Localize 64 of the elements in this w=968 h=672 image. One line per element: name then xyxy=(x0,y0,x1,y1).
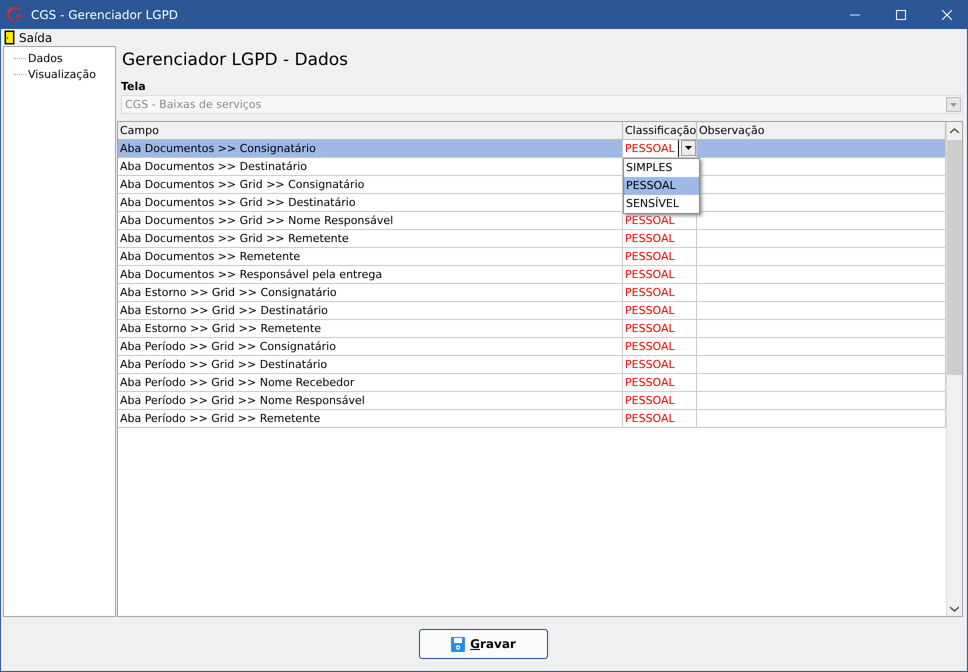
table-row[interactable]: Aba Período >> Grid >> Destinatário PESSOAL xyxy=(118,356,946,374)
table-cell: PESSOAL xyxy=(625,322,675,335)
window-title: CGS - Gerenciador LGPD xyxy=(31,8,178,22)
table-row[interactable]: Aba Período >> Grid >> Remetente PESSOAL xyxy=(118,410,946,428)
maximize-icon[interactable] xyxy=(896,10,906,20)
table-cell: PESSOAL xyxy=(625,250,675,263)
vertical-scrollbar[interactable] xyxy=(946,122,962,616)
page-heading: Gerenciador LGPD - Dados xyxy=(122,49,350,72)
save-button[interactable]: Gravar xyxy=(419,629,548,659)
table-cell: Aba Período >> Grid >> Nome Recebedor xyxy=(118,374,623,392)
table-cell: Aba Documentos >> Grid >> Consignatário xyxy=(118,176,623,194)
table-cell: Aba Estorno >> Grid >> Consignatário xyxy=(118,284,623,302)
table-cell: Aba Documentos >> Consignatário xyxy=(118,140,623,158)
scroll-thumb[interactable] xyxy=(947,140,962,375)
table-cell: Aba Estorno >> Grid >> Destinatário xyxy=(118,302,623,320)
table-cell: Aba Período >> Grid >> Nome Responsável xyxy=(118,392,623,410)
table-row[interactable]: Aba Documentos >> Consignatário PESSOAL xyxy=(118,140,946,158)
column-header[interactable]: Classificação xyxy=(623,122,697,140)
table-cell: Aba Período >> Grid >> Consignatário xyxy=(118,338,623,356)
table-cell: PESSOAL xyxy=(625,412,675,425)
table-cell: PESSOAL xyxy=(625,358,675,371)
table-row[interactable]: Aba Período >> Grid >> Nome Responsável PESSOAL xyxy=(118,392,946,410)
field-label: Tela xyxy=(121,80,147,93)
table-cell: PESSOAL xyxy=(625,268,675,281)
table-cell: PESSOAL xyxy=(625,304,675,317)
table-row[interactable]: Aba Período >> Grid >> Nome Recebedor PESSOAL xyxy=(118,374,946,392)
table-cell: Aba Período >> Grid >> Remetente xyxy=(118,410,623,428)
dropdown-option[interactable]: SENSÍVEL xyxy=(624,195,699,213)
column-header[interactable]: Observação xyxy=(697,122,946,140)
table-cell: PESSOAL xyxy=(625,340,675,353)
tree-item[interactable]: Visualização xyxy=(28,68,96,80)
table-cell: Aba Documentos >> Responsável pela entrega xyxy=(118,266,623,284)
table-cell: PESSOAL xyxy=(625,286,675,299)
dropdown-arrow-icon xyxy=(950,102,957,106)
table-cell: PESSOAL xyxy=(625,394,675,407)
table-cell: PESSOAL xyxy=(625,214,675,227)
table-cell: Aba Documentos >> Destinatário xyxy=(118,158,623,176)
table-cell: Aba Documentos >> Grid >> Destinatário xyxy=(118,194,623,212)
table-cell: Aba Documentos >> Remetente xyxy=(118,248,623,266)
dropdown-option[interactable]: PESSOAL xyxy=(624,177,699,195)
app-logo-icon xyxy=(7,6,23,22)
table-cell: Aba Período >> Grid >> Destinatário xyxy=(118,356,623,374)
table-cell: PESSOAL xyxy=(625,232,675,245)
table-cell: Aba Documentos >> Grid >> Nome Responsável xyxy=(118,212,623,230)
table-row[interactable]: Aba Estorno >> Grid >> Consignatário PESSOAL xyxy=(118,284,946,302)
scroll-down-icon[interactable] xyxy=(950,606,959,612)
close-icon[interactable] xyxy=(942,10,952,20)
tree-item[interactable]: Dados xyxy=(28,52,63,64)
scroll-up-icon[interactable] xyxy=(950,128,959,134)
table-cell: Aba Estorno >> Grid >> Remetente xyxy=(118,320,623,338)
table-row[interactable]: Aba Documentos >> Grid >> Remetente PESSOAL xyxy=(118,230,946,248)
door-icon xyxy=(4,30,15,45)
table-cell: Aba Documentos >> Grid >> Remetente xyxy=(118,230,623,248)
dropdown-button[interactable] xyxy=(681,140,696,156)
table-cell: PESSOAL xyxy=(625,376,675,389)
column-header[interactable]: Campo xyxy=(118,122,623,140)
table-row[interactable]: Aba Estorno >> Grid >> Remetente PESSOAL xyxy=(118,320,946,338)
table-row[interactable]: Aba Período >> Grid >> Consignatário PESSOAL xyxy=(118,338,946,356)
table-row[interactable]: Aba Documentos >> Responsável pela entrega PESSOAL xyxy=(118,266,946,284)
dropdown-option[interactable]: SIMPLES xyxy=(624,159,699,177)
table-row[interactable]: Aba Estorno >> Grid >> Destinatário PESSOAL xyxy=(118,302,946,320)
dropdown-arrow-icon xyxy=(685,146,692,150)
table-row[interactable]: Aba Documentos >> Remetente PESSOAL xyxy=(118,248,946,266)
menu-item[interactable]: Saída xyxy=(4,30,52,45)
